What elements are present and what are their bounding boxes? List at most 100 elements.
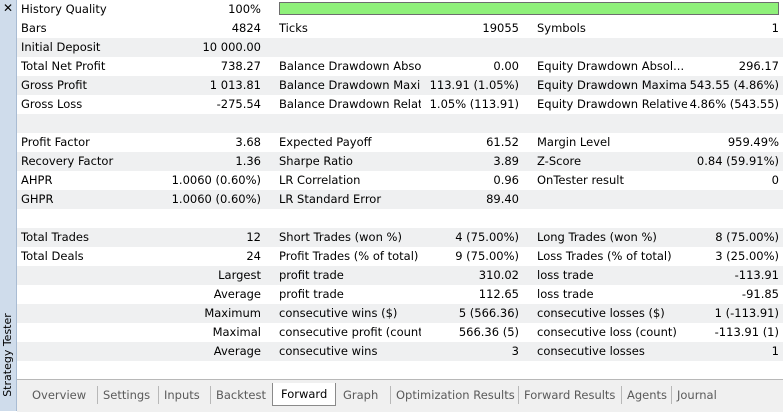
cell-c3 <box>279 209 421 228</box>
cell-c2 <box>157 114 261 133</box>
strategy-tester-sidebar: ✕ Strategy Tester <box>0 0 17 411</box>
cell-c1: Initial Deposit <box>21 40 101 54</box>
history-quality-row: History Quality 100% <box>17 0 783 19</box>
cell-c4: 19055 <box>482 21 519 35</box>
cell-c1: Maximal <box>212 325 261 339</box>
cell-c4: 3 <box>511 344 519 358</box>
tab-graph[interactable]: Graph <box>338 386 383 404</box>
table-row: Average consecutive wins 3 consecutive loss… <box>17 342 783 361</box>
cell-c3: Balance Drawdown Abso... <box>279 59 421 73</box>
table-row: Gross Profit 1 013.81 Balance Drawdown Max… <box>17 76 783 95</box>
cell-c6 <box>657 190 779 209</box>
tab-bar: Overview Settings Inputs Backtest Forward Gra… <box>17 379 783 412</box>
table-row: Profit Factor 3.68 Expected Payoff 61.52 Mar… <box>17 133 783 152</box>
cell-c3: LR Correlation <box>279 173 361 187</box>
history-quality-value: 100% <box>228 2 261 16</box>
tab-journal[interactable]: Journal <box>671 386 722 404</box>
cell-c3: LR Standard Error <box>279 192 382 206</box>
cell-c3: Short Trades (won %) <box>279 230 402 244</box>
cell-c1 <box>21 209 171 228</box>
tab-settings[interactable]: Settings <box>97 386 155 404</box>
table-row: Total Net Profit 738.27 Balance Drawdown A… <box>17 57 783 76</box>
history-quality-bar-fill <box>280 3 778 14</box>
cell-c2: -275.54 <box>216 97 261 111</box>
cell-c4: 5 (566.36) <box>458 306 519 320</box>
cell-c2: 12 <box>246 230 261 244</box>
cell-c6: 1 <box>771 21 779 35</box>
cell-c2: 3.68 <box>235 135 261 149</box>
tab-forward[interactable]: Forward <box>272 383 337 406</box>
cell-c1: Total Trades <box>21 230 89 244</box>
cell-c6: 8 (75.00%) <box>715 230 779 244</box>
cell-c6: 959.49% <box>727 135 779 149</box>
cell-c1: Recovery Factor <box>21 154 114 168</box>
sidebar-title: Strategy Tester <box>1 313 14 397</box>
cell-c4: 566.36 (5) <box>458 325 519 339</box>
cell-c4: 113.91 (1.05%) <box>429 78 519 92</box>
cell-c2: 1.0060 (0.60%) <box>171 192 261 206</box>
history-quality-bar <box>279 2 779 15</box>
cell-c6: -113.91 <box>734 268 779 282</box>
cell-c3 <box>279 38 421 57</box>
cell-c6: 1 <box>771 344 779 358</box>
cell-c4: 9 (75.00%) <box>455 249 519 263</box>
cell-c2: 24 <box>246 249 261 263</box>
tab-optimization-results[interactable]: Optimization Results <box>390 386 520 404</box>
cell-c6: 296.17 <box>738 59 779 73</box>
cell-c1 <box>21 114 171 133</box>
cell-c2: 4824 <box>231 21 261 35</box>
close-icon[interactable]: ✕ <box>1 1 15 16</box>
table-row: GHPR 1.0060 (0.60%) LR Standard Error 89.40 <box>17 190 783 209</box>
cell-c1: AHPR <box>21 173 53 187</box>
cell-c4: 0.96 <box>493 173 519 187</box>
tab-backtest[interactable]: Backtest <box>210 386 271 404</box>
table-row: Total Trades 12 Short Trades (won %) 4 (75.… <box>17 228 783 247</box>
cell-c1: Total Net Profit <box>21 59 106 73</box>
cell-c4: 89.40 <box>486 192 519 206</box>
table-row <box>17 114 783 133</box>
tab-inputs[interactable]: Inputs <box>158 386 205 404</box>
cell-c1: Gross Loss <box>21 97 83 111</box>
cell-c3: profit trade <box>279 268 344 282</box>
cell-c6: 4.86% (543.55) <box>689 97 779 111</box>
cell-c1: Average <box>213 344 261 358</box>
table-row: Bars 4824 Ticks 19055 Symbols 1 <box>17 19 783 38</box>
tab-forward-results[interactable]: Forward Results <box>518 386 620 404</box>
cell-c1: Maximum <box>204 306 261 320</box>
table-row: Initial Deposit 10 000.00 <box>17 38 783 57</box>
cell-c2: 1 013.81 <box>209 78 261 92</box>
cell-c4 <box>407 209 519 228</box>
cell-c4: 112.65 <box>478 287 519 301</box>
table-row: Gross Loss -275.54 Balance Drawdown Relat.… <box>17 95 783 114</box>
cell-c2: 738.27 <box>220 59 261 73</box>
cell-c1: Gross Profit <box>21 78 88 92</box>
cell-c4 <box>407 114 519 133</box>
cell-c3: Balance Drawdown Maxi... <box>279 78 421 92</box>
tab-overview[interactable]: Overview <box>27 386 91 404</box>
cell-c3: Balance Drawdown Relat... <box>279 97 421 111</box>
cell-c3: Profit Trades (% of total) <box>279 249 419 263</box>
cell-c4: 61.52 <box>486 135 519 149</box>
cell-c6 <box>657 38 779 57</box>
cell-c4 <box>407 38 519 57</box>
cell-c6 <box>657 114 779 133</box>
table-row: Total Deals 24 Profit Trades (% of total) 9… <box>17 247 783 266</box>
cell-c2: 10 000.00 <box>202 40 261 54</box>
cell-c3: Ticks <box>279 21 308 35</box>
table-row: AHPR 1.0060 (0.60%) LR Correlation 0.96 OnTe… <box>17 171 783 190</box>
cell-c2 <box>157 209 261 228</box>
table-row: Recovery Factor 1.36 Sharpe Ratio 3.89 Z-Sco… <box>17 152 783 171</box>
report-table: History Quality 100% Bars 4824 Ticks 19055 S… <box>17 0 783 379</box>
cell-c6 <box>657 209 779 228</box>
cell-c4: 1.05% (113.91) <box>429 97 519 111</box>
cell-c4: 310.02 <box>478 268 519 282</box>
cell-c1: Bars <box>21 21 47 35</box>
cell-c3: consecutive wins <box>279 344 378 358</box>
cell-c6: 0 <box>771 173 779 187</box>
tab-agents[interactable]: Agents <box>621 386 672 404</box>
cell-c2: 1.0060 (0.60%) <box>171 173 261 187</box>
cell-c6: -113.91 (1) <box>714 325 779 339</box>
table-row: Largest profit trade 310.02 loss trade -113.… <box>17 266 783 285</box>
cell-c6: 3 (25.00%) <box>715 249 779 263</box>
cell-c1: Largest <box>218 268 261 282</box>
